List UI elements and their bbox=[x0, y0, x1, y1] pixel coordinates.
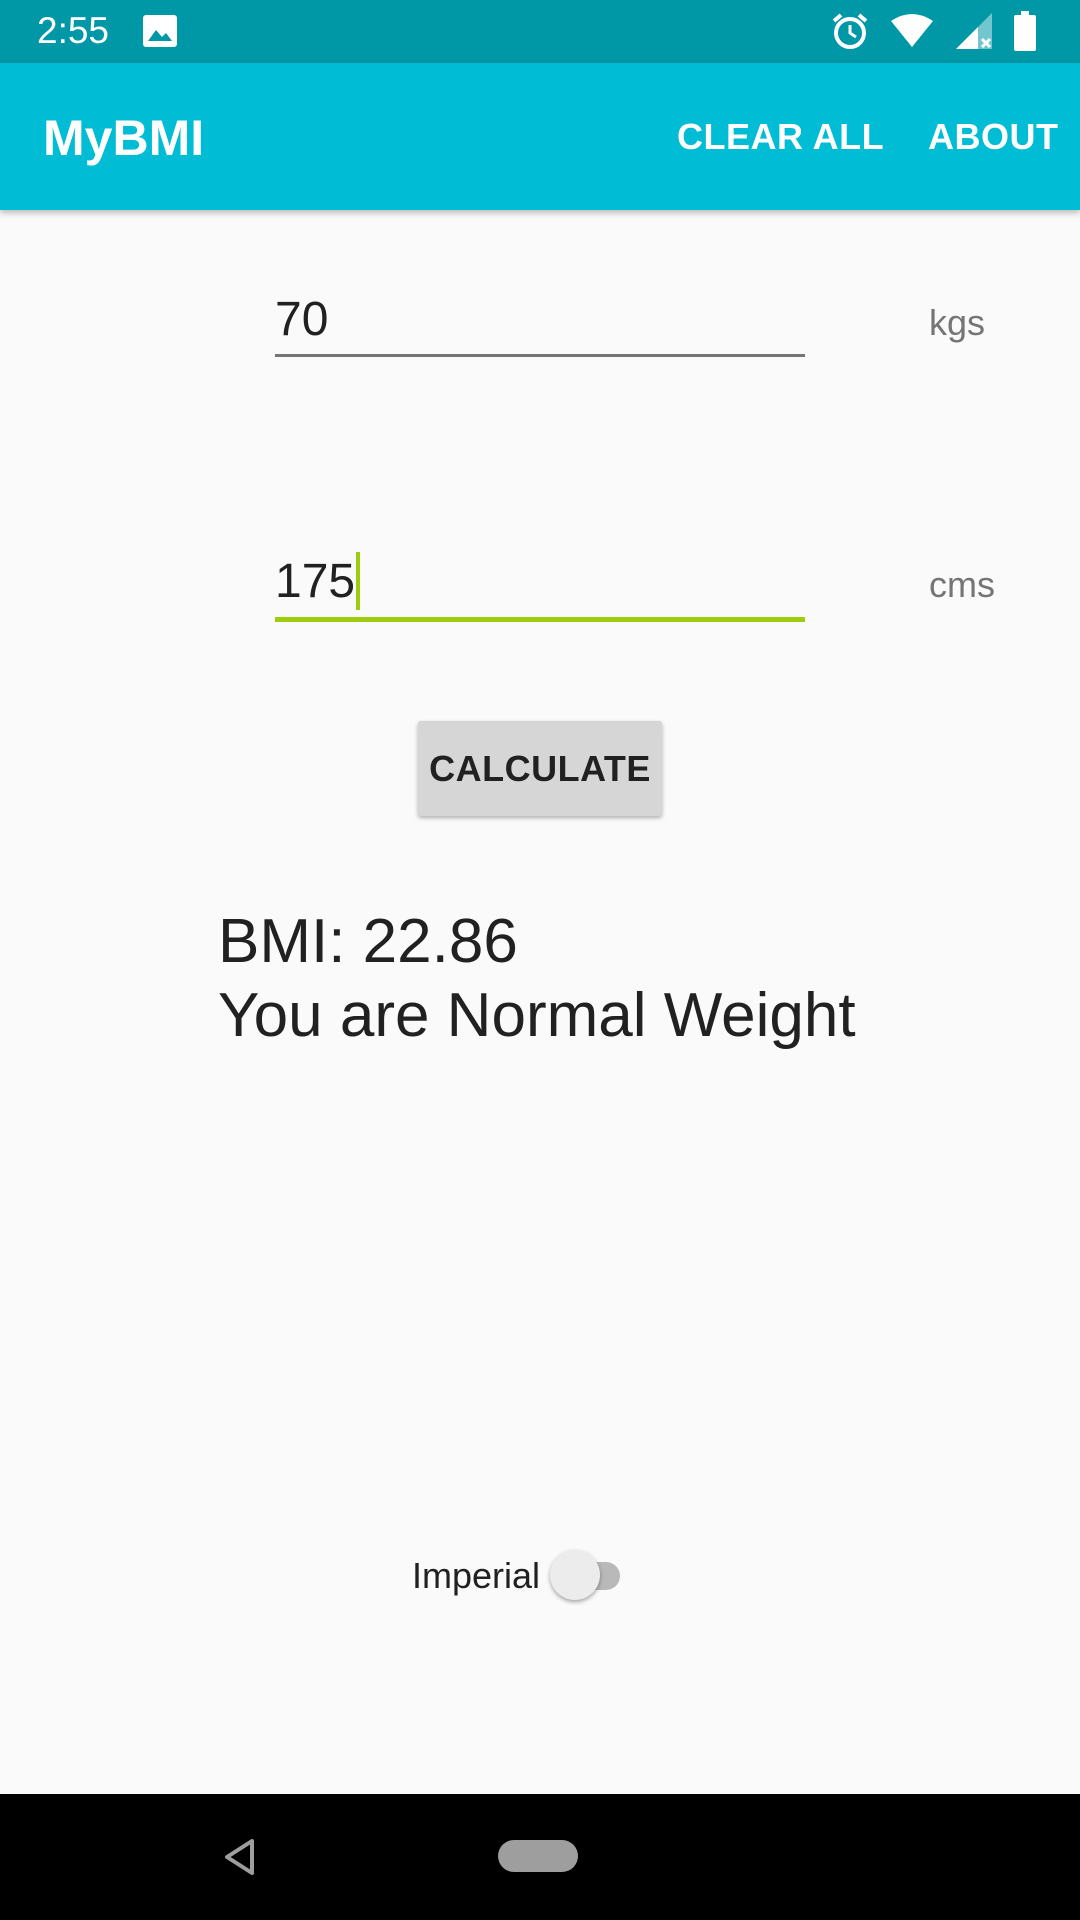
imperial-label: Imperial bbox=[412, 1555, 541, 1596]
height-field-underline bbox=[275, 617, 805, 622]
status-icons bbox=[830, 10, 1036, 52]
height-field[interactable]: 175 bbox=[275, 552, 805, 632]
text-cursor bbox=[356, 552, 361, 610]
status-time: 2:55 bbox=[37, 10, 110, 51]
imperial-toggle-row: Imperial bbox=[412, 1548, 634, 1604]
height-input-text: 175 bbox=[275, 555, 356, 608]
gallery-icon bbox=[143, 15, 177, 47]
wifi-icon bbox=[891, 14, 933, 47]
status-bar: 2:55 bbox=[0, 0, 1080, 63]
app-bar: MyBMI CLEAR ALL ABOUT bbox=[0, 63, 1080, 210]
bmi-result: BMI: 22.86 You are Normal Weight bbox=[218, 905, 856, 1053]
weight-unit-label: kgs bbox=[929, 302, 986, 343]
bmi-value-text: BMI: 22.86 bbox=[218, 907, 518, 976]
weight-field-underline bbox=[275, 354, 805, 357]
about-button[interactable]: ABOUT bbox=[928, 115, 1059, 159]
weight-input-value: 70 bbox=[275, 293, 329, 346]
clear-all-button[interactable]: CLEAR ALL bbox=[677, 115, 884, 159]
height-input-value: 175 bbox=[275, 552, 361, 612]
home-button[interactable] bbox=[498, 1840, 578, 1872]
app-title: MyBMI bbox=[43, 110, 205, 166]
back-icon[interactable] bbox=[222, 1837, 256, 1877]
navigation-bar bbox=[0, 1794, 1080, 1920]
bmi-category-text: You are Normal Weight bbox=[218, 981, 856, 1050]
switch-thumb bbox=[550, 1550, 601, 1600]
signal-icon bbox=[956, 13, 992, 49]
calculate-button[interactable]: CALCULATE bbox=[418, 721, 662, 816]
imperial-switch[interactable] bbox=[548, 1548, 634, 1604]
alarm-icon bbox=[832, 13, 868, 49]
height-unit-label: cms bbox=[929, 564, 995, 605]
weight-field[interactable]: 70 bbox=[275, 290, 805, 370]
battery-icon bbox=[1014, 11, 1036, 51]
